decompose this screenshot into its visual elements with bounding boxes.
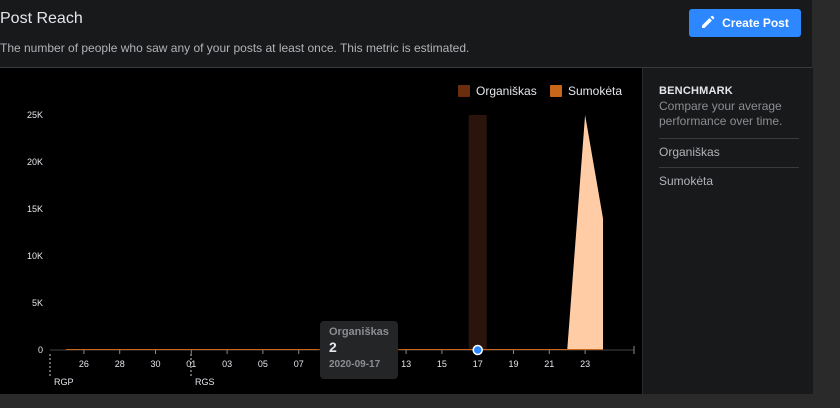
- page-subtitle: The number of people who saw any of your…: [0, 41, 470, 55]
- y-tick-label: 0: [38, 345, 43, 355]
- benchmark-item-paid[interactable]: Sumokėta: [659, 174, 713, 188]
- divider: [659, 167, 799, 168]
- y-tick-label: 20K: [27, 157, 43, 167]
- y-axis: 0 5K 10K 15K 20K 25K: [27, 110, 43, 355]
- pencil-icon: [701, 15, 715, 32]
- legend-swatch: [550, 85, 562, 97]
- y-tick-label: 15K: [27, 204, 43, 214]
- page-title: Post Reach: [0, 10, 83, 27]
- legend-label: Organiškas: [476, 84, 537, 98]
- x-tick-label: 07: [294, 359, 304, 369]
- hover-column: [468, 115, 487, 350]
- x-tick-label: 05: [258, 359, 268, 369]
- benchmark-description: Compare your average performance over ti…: [659, 99, 783, 128]
- benchmark-title: BENCHMARK: [659, 85, 733, 97]
- x-tick-label: 23: [580, 359, 590, 369]
- month-label: RGP: [54, 377, 74, 387]
- panel-header: Post Reach The number of people who saw …: [0, 0, 812, 68]
- create-post-label: Create Post: [722, 16, 789, 30]
- chart-marks: [66, 115, 603, 356]
- x-tick-label: 28: [115, 359, 125, 369]
- x-tick-label: 03: [222, 359, 232, 369]
- tooltip-date: 2020-09-17: [329, 359, 381, 370]
- x-tick-label: 15: [437, 359, 447, 369]
- highlight-point: [472, 344, 483, 356]
- create-post-button[interactable]: Create Post: [689, 9, 801, 37]
- legend-swatch: [458, 85, 470, 97]
- y-tick-label: 25K: [27, 110, 43, 120]
- divider: [659, 138, 799, 139]
- month-label: RGS: [195, 377, 215, 387]
- tooltip-value: 2: [329, 339, 337, 355]
- series-sumoketa-area: [66, 115, 603, 350]
- x-tick-label: 30: [150, 359, 160, 369]
- chart-legend[interactable]: Organiškas Sumokėta: [458, 84, 622, 98]
- y-tick-label: 5K: [32, 298, 43, 308]
- benchmark-item-organic[interactable]: Organiškas: [659, 145, 720, 159]
- x-tick-label: 13: [401, 359, 411, 369]
- legend-item-sumoketa[interactable]: Sumokėta: [550, 84, 622, 98]
- x-tick-label: 21: [544, 359, 554, 369]
- x-tick-label: 17: [473, 359, 483, 369]
- y-tick-label: 10K: [27, 251, 43, 261]
- legend-item-organiskas[interactable]: Organiškas: [458, 84, 537, 98]
- tooltip-series: Organiškas: [329, 326, 389, 338]
- chart-tooltip: Organiškas 2 2020-09-17: [320, 321, 398, 379]
- legend-label: Sumokėta: [568, 84, 622, 98]
- benchmark-sidebar: BENCHMARK Compare your average performan…: [642, 68, 813, 394]
- post-reach-panel: Post Reach The number of people who saw …: [0, 0, 813, 394]
- x-tick-label: 19: [508, 359, 518, 369]
- x-tick-label: 26: [79, 359, 89, 369]
